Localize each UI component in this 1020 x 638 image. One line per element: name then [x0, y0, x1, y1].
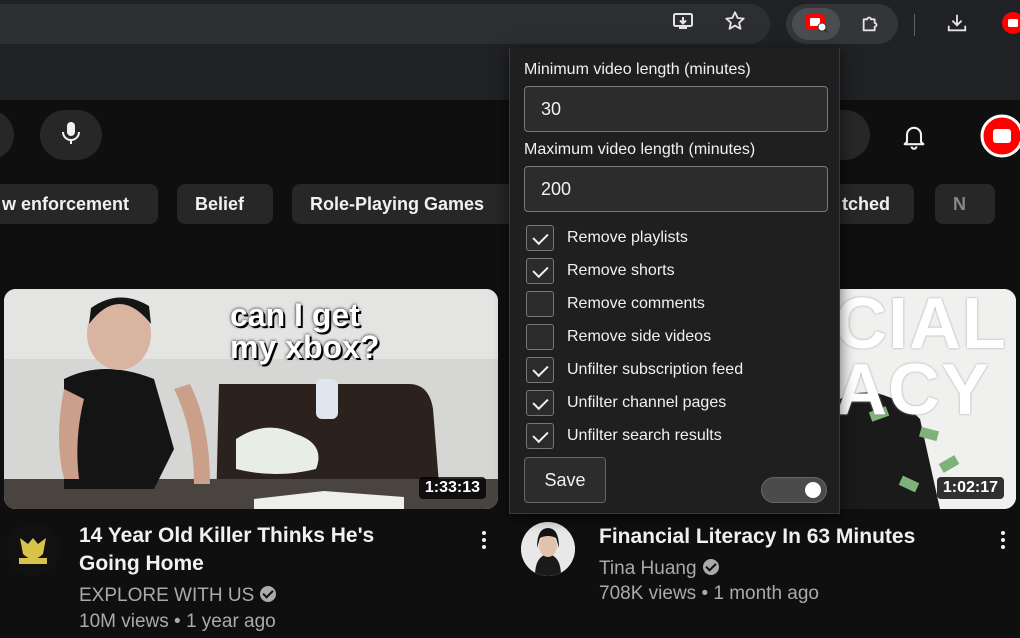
chip-role-playing-games[interactable]: Role-Playing Games — [292, 184, 522, 224]
option-unfilter-subscription-feed[interactable]: Unfilter subscription feed — [526, 357, 743, 383]
chip-belief[interactable]: Belief — [177, 184, 273, 224]
more-options-icon[interactable] — [1000, 531, 1006, 549]
channel-name-text: EXPLORE WITH US — [79, 585, 255, 606]
more-options-icon[interactable] — [481, 531, 487, 549]
min-length-input[interactable]: 30 — [524, 86, 828, 132]
duration-badge: 1:33:13 — [418, 477, 486, 499]
extensions-puzzle-icon[interactable] — [860, 12, 882, 34]
option-label: Remove comments — [567, 295, 705, 312]
chip-next[interactable]: N — [935, 184, 995, 224]
channel-name[interactable]: Tina Huang — [599, 556, 719, 582]
install-app-icon[interactable] — [672, 10, 694, 32]
extension-popup: Minimum video length (minutes) 30 Maximu… — [509, 48, 840, 514]
address-bar[interactable] — [0, 4, 770, 44]
thumbnail-caption-line: can I get — [230, 297, 360, 333]
enable-toggle[interactable] — [761, 477, 827, 503]
thumbnail-caption: can I get my xbox? — [230, 299, 379, 363]
option-label: Unfilter channel pages — [567, 394, 727, 411]
option-unfilter-search-results[interactable]: Unfilter search results — [526, 423, 722, 449]
channel-avatar[interactable] — [6, 522, 60, 576]
notifications-bell-icon[interactable] — [900, 122, 928, 155]
max-length-input[interactable]: 200 — [524, 166, 828, 212]
option-label: Unfilter search results — [567, 427, 722, 444]
option-remove-playlists[interactable]: Remove playlists — [526, 225, 688, 251]
checkbox[interactable] — [526, 225, 554, 251]
duration-badge: 1:02:17 — [936, 477, 1004, 499]
screen: w enforcement Belief Role-Playing Games … — [0, 0, 1020, 638]
option-remove-side-videos[interactable]: Remove side videos — [526, 324, 711, 350]
microphone-icon — [60, 120, 82, 151]
thumbnail-caption: CIAL ACY — [835, 289, 1007, 430]
video-title[interactable]: 14 Year Old Killer Thinks He's Going Hom… — [79, 522, 469, 578]
max-length-label: Maximum video length (minutes) — [524, 141, 756, 158]
browser-toolbar — [0, 0, 1020, 50]
voice-search-button[interactable] — [40, 110, 102, 160]
save-button[interactable]: Save — [524, 457, 606, 503]
video-title-line: Going Home — [79, 552, 204, 575]
bookmark-star-icon[interactable] — [724, 10, 746, 32]
option-label: Remove shorts — [567, 262, 675, 279]
channel-avatar[interactable] — [521, 522, 575, 576]
thumbnail-caption-line: my xbox? — [230, 329, 380, 365]
option-remove-shorts[interactable]: Remove shorts — [526, 258, 675, 284]
video-title[interactable]: Financial Literacy In 63 Minutes — [599, 523, 979, 551]
min-length-label: Minimum video length (minutes) — [524, 61, 751, 78]
option-label: Unfilter subscription feed — [567, 361, 744, 378]
avatar[interactable] — [980, 114, 1020, 163]
chip-law-enforcement[interactable]: w enforcement — [0, 184, 158, 224]
toggle-knob — [805, 482, 821, 498]
checkbox[interactable] — [526, 258, 554, 284]
option-label: Remove side videos — [567, 328, 712, 345]
toolbar-divider — [914, 14, 915, 36]
checkbox[interactable] — [526, 357, 554, 383]
youtube-extension-icon[interactable] — [1000, 12, 1020, 34]
verified-badge-icon — [702, 559, 719, 575]
thumbnail-caption-line: CIAL — [835, 289, 1007, 364]
video-stats: 10M views • 1 year ago — [79, 611, 276, 632]
checkbox[interactable] — [526, 291, 554, 317]
downloads-icon[interactable] — [946, 12, 968, 34]
extension-filter-button[interactable] — [792, 8, 840, 40]
video-stats: 708K views • 1 month ago — [599, 583, 820, 604]
channel-name[interactable]: EXPLORE WITH US — [79, 583, 277, 609]
video-title-line: 14 Year Old Killer Thinks He's — [79, 524, 375, 547]
checkbox[interactable] — [526, 324, 554, 350]
option-unfilter-channel-pages[interactable]: Unfilter channel pages — [526, 390, 726, 416]
extension-filter-icon — [803, 11, 829, 38]
checkbox[interactable] — [526, 423, 554, 449]
option-remove-comments[interactable]: Remove comments — [526, 291, 705, 317]
verified-badge-icon — [260, 586, 277, 602]
channel-name-text: Tina Huang — [599, 558, 697, 579]
video-thumbnail[interactable]: can I get my xbox? 1:33:13 — [4, 289, 498, 509]
search-button[interactable] — [0, 110, 14, 160]
option-label: Remove playlists — [567, 229, 688, 246]
thumbnail-caption-line: ACY — [835, 350, 991, 430]
checkbox[interactable] — [526, 390, 554, 416]
